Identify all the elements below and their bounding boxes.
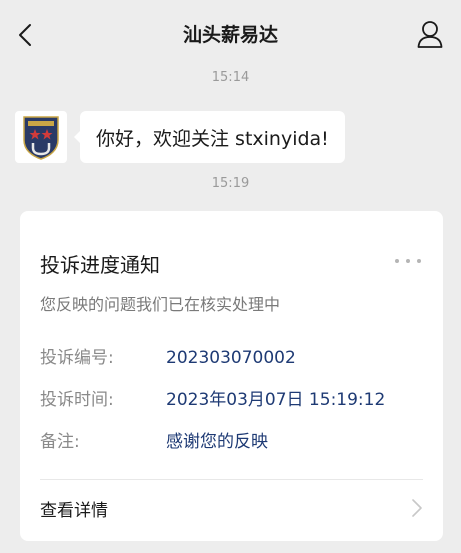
- top-bar: 汕头薪易达: [0, 0, 461, 68]
- field-value: 202303070002: [166, 348, 296, 368]
- field-row-complaint-time: 投诉时间: 2023年03月07日 15:19:12: [40, 385, 385, 410]
- complaint-notice-card[interactable]: 投诉进度通知 您反映的问题我们已在核实处理中 投诉编号: 202303070002…: [20, 211, 443, 541]
- field-label: 备注:: [40, 432, 80, 452]
- message-timestamp: 15:14: [211, 70, 250, 85]
- dot: [395, 259, 399, 263]
- page-title: 汕头薪易达: [182, 24, 278, 46]
- field-label: 投诉时间:: [40, 390, 114, 410]
- more-dots-icon[interactable]: [395, 251, 421, 271]
- profile-button[interactable]: [415, 18, 445, 50]
- field-row-complaint-number: 投诉编号: 202303070002: [40, 343, 296, 368]
- dot: [406, 259, 410, 263]
- field-value: 感谢您的反映: [166, 432, 268, 452]
- card-title: 投诉进度通知: [40, 253, 160, 277]
- field-value: 2023年03月07日 15:19:12: [166, 390, 386, 410]
- badge-icon: [23, 116, 59, 160]
- field-row-remark: 备注: 感谢您的反映: [40, 427, 268, 452]
- divider: [40, 479, 423, 480]
- view-details-link[interactable]: 查看详情: [40, 496, 108, 521]
- greeting-message[interactable]: 你好，欢迎关注 stxinyida!: [74, 111, 345, 163]
- account-avatar[interactable]: [15, 111, 67, 163]
- field-label: 投诉编号:: [40, 348, 114, 368]
- card-subtitle: 您反映的问题我们已在核实处理中: [40, 295, 281, 314]
- dot: [417, 259, 421, 263]
- chevron-right-icon: [412, 499, 422, 517]
- message-timestamp: 15:19: [211, 176, 250, 191]
- person-icon: [417, 21, 443, 48]
